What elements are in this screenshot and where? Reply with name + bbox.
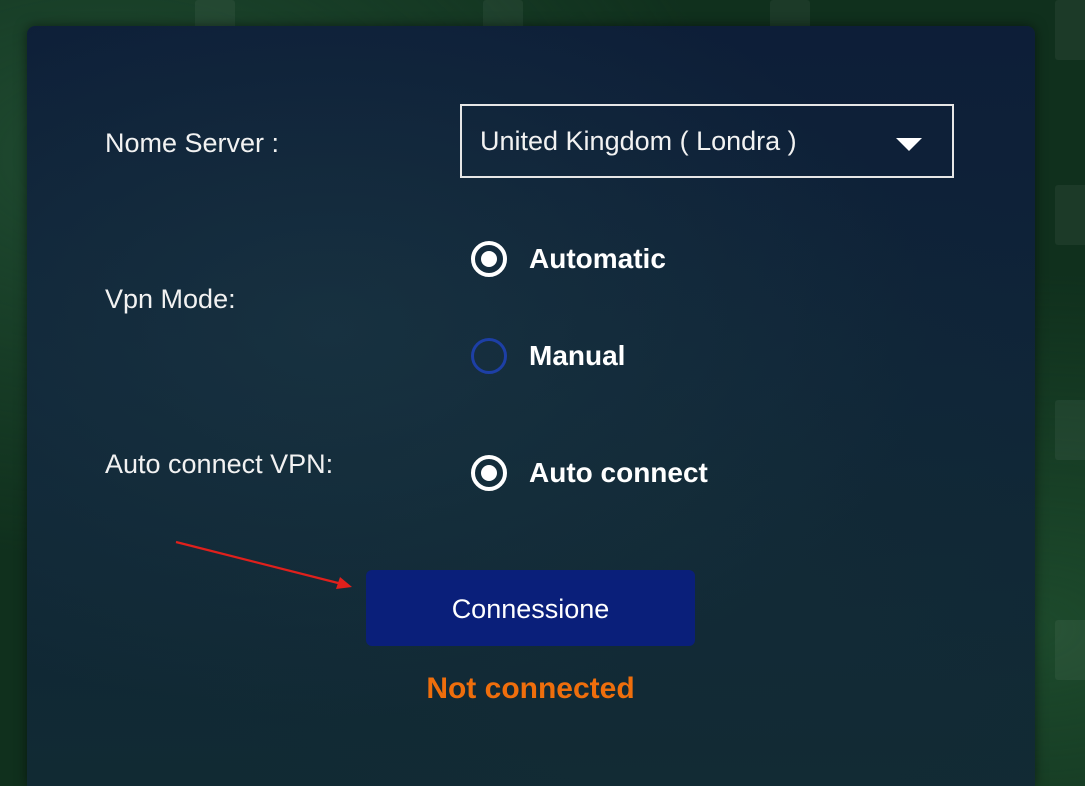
- vpn-mode-manual-label: Manual: [529, 340, 626, 371]
- connect-button[interactable]: Connessione: [366, 570, 695, 646]
- caret-down-icon: [896, 138, 922, 151]
- server-selected-value: United Kingdom ( Londra ): [480, 126, 797, 156]
- radio-unchecked-icon: [471, 338, 507, 374]
- connection-status-text: Not connected: [426, 672, 635, 705]
- background-tile: [1055, 185, 1085, 245]
- radio-checked-icon: [471, 241, 507, 277]
- server-name-label: Nome Server :: [105, 128, 280, 158]
- radio-checked-icon: [471, 455, 507, 491]
- auto-connect-option-label: Auto connect: [529, 457, 708, 488]
- background-tile: [1055, 0, 1085, 60]
- auto-connect-label: Auto connect VPN:: [105, 449, 334, 479]
- background-tile: [1055, 620, 1085, 680]
- annotation-arrow-icon: [175, 540, 352, 589]
- vpn-mode-automatic-label: Automatic: [529, 243, 666, 274]
- vpn-mode-label: Vpn Mode:: [105, 284, 236, 314]
- server-dropdown[interactable]: United Kingdom ( Londra ): [460, 104, 954, 178]
- background-tile: [1055, 400, 1085, 460]
